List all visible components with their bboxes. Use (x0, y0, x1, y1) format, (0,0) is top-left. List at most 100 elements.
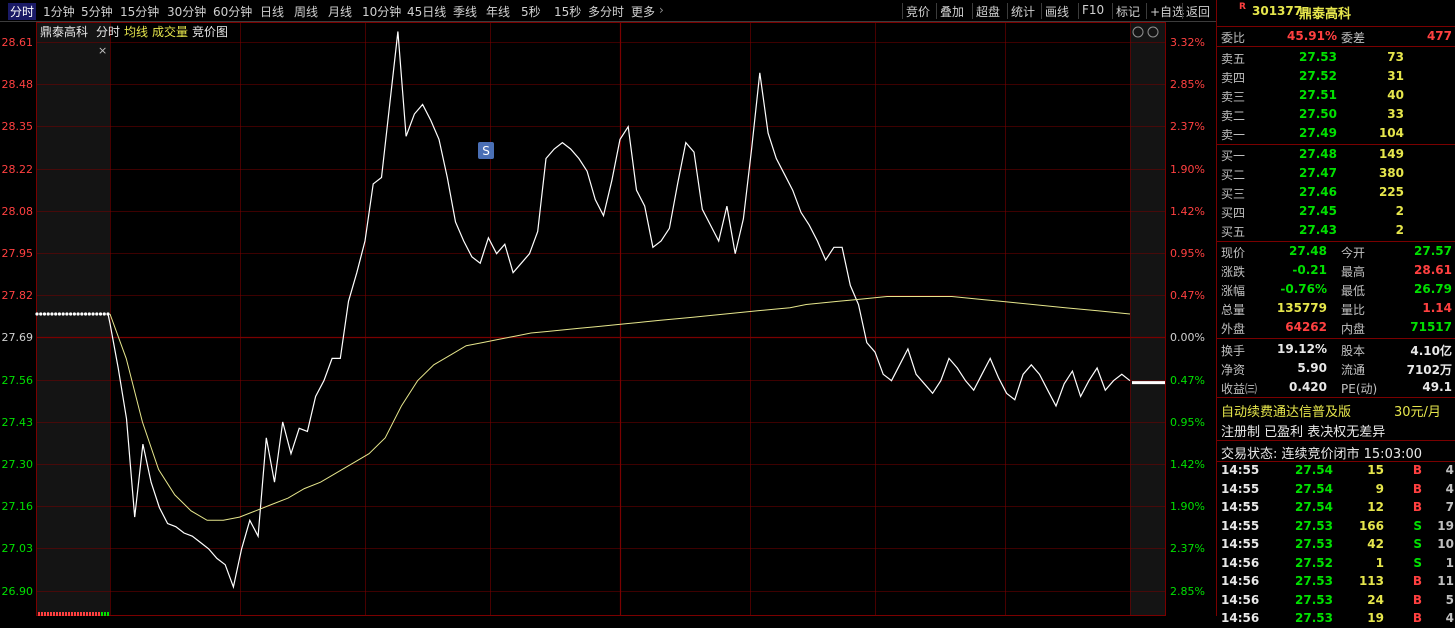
bid-level: 买一 27.48 149 (1217, 145, 1455, 164)
tool-button-8[interactable]: 返回 (1186, 3, 1210, 20)
tick-row[interactable]: 14:56 27.53 24 B 5 (1217, 592, 1455, 610)
tool-button-6[interactable]: 标记 (1116, 3, 1140, 20)
promo-row[interactable]: 自动续费通达信普及版 30元/月 (1217, 399, 1455, 420)
period-tab-5[interactable]: 60分钟 (213, 3, 252, 20)
period-tab-12[interactable]: 年线 (486, 3, 510, 20)
tick-price: 27.53 (1295, 537, 1333, 551)
intraday-chart[interactable]: 28.61 3.32% 28.48 2.85% 28.35 2.37% 28.22 1.90%… (0, 22, 1216, 628)
pct-tick-label: 1.90% (1170, 163, 1205, 176)
period-tab-9[interactable]: 10分钟 (362, 3, 401, 20)
tick-row[interactable]: 14:56 27.52 1 S 1 (1217, 555, 1455, 573)
close-icon[interactable]: × (98, 44, 107, 57)
stat-label: 外盘 (1221, 322, 1246, 336)
period-tab-1[interactable]: 1分钟 (43, 3, 75, 20)
volume-bar (50, 612, 52, 616)
tick-row[interactable]: 14:55 27.53 42 S 10 (1217, 536, 1455, 554)
chart-tab-0[interactable]: 分时 (96, 25, 120, 39)
pre-auction-dot (72, 312, 76, 316)
stat-label: 现价 (1221, 246, 1246, 260)
tick-time: 14:56 (1221, 592, 1260, 607)
period-tab-2[interactable]: 5分钟 (81, 3, 113, 20)
bid-level: 买三 27.46 225 (1217, 183, 1455, 202)
tool-button-1[interactable]: 叠加 (940, 3, 964, 20)
period-tab-14[interactable]: 15秒 (554, 3, 581, 20)
pre-auction-dot (98, 312, 103, 316)
trading-status: 交易状态: 连续竞价闭市 15:03:00 (1221, 447, 1423, 462)
volume-bar (86, 612, 88, 616)
period-tab-11[interactable]: 季线 (453, 3, 477, 20)
pct-tick-label: 2.85% (1170, 78, 1205, 91)
promo-text[interactable]: 自动续费通达信普及版 (1221, 401, 1351, 420)
stat-value: 71517 (1410, 320, 1452, 334)
tick-side: S (1413, 555, 1422, 570)
chart-tab-3[interactable]: 竞价图 (192, 25, 228, 39)
pre-auction-dot (91, 312, 95, 316)
tool-button-2[interactable]: 超盘 (976, 3, 1000, 20)
tick-time: 14:55 (1221, 518, 1260, 533)
tick-row[interactable]: 14:56 27.53 19 B 4 (1217, 610, 1455, 628)
tick-side: B (1412, 574, 1422, 588)
ask-level: 卖五 27.53 73 (1217, 48, 1455, 67)
tick-row[interactable]: 14:55 27.54 12 B 7 (1217, 499, 1455, 517)
period-tab-4[interactable]: 30分钟 (167, 3, 206, 20)
tool-button-3[interactable]: 统计 (1011, 3, 1035, 20)
period-tab-8[interactable]: 月线 (328, 3, 352, 20)
tick-volume: 113 (1358, 574, 1384, 588)
stat-row: 涨幅 -0.76% 最低 26.79 (1217, 280, 1455, 299)
period-tab-7[interactable]: 周线 (294, 3, 318, 20)
pre-auction-dot (80, 312, 84, 316)
period-tab-16[interactable]: 更多 (631, 3, 655, 20)
bid-label: 买三 (1221, 187, 1246, 201)
pct-tick-label: 2.37% (1170, 542, 1205, 555)
period-tab-6[interactable]: 日线 (260, 3, 284, 20)
pre-auction-dot (35, 312, 39, 316)
price-tick-label: 27.69 (2, 331, 34, 344)
tick-volume: 1 (1375, 555, 1384, 570)
tool-button-5[interactable]: F10 (1082, 3, 1104, 17)
tick-count: 19 (1437, 518, 1454, 533)
toolbar-separator (1146, 3, 1147, 19)
tick-price: 27.53 (1295, 611, 1333, 625)
tick-row[interactable]: 14:55 27.53 166 S 19 (1217, 518, 1455, 536)
price-tick-label: 27.82 (2, 289, 34, 302)
fund-label: 收益㈢ (1221, 382, 1258, 396)
fund-value: 4.10亿 (1410, 344, 1452, 358)
stat-value: 1.14 (1422, 301, 1452, 315)
period-tab-0[interactable]: 分时 (8, 3, 37, 20)
promo-price[interactable]: 30元/月 (1394, 401, 1441, 420)
period-tab-13[interactable]: 5秒 (521, 3, 541, 20)
volume-bar (77, 612, 79, 616)
fund-label: 换手 (1221, 344, 1246, 358)
weibi-value: 45.91% (1287, 29, 1337, 43)
stat-value: 26.79 (1414, 282, 1452, 296)
volume-bar (80, 612, 82, 616)
volume-bar (95, 612, 97, 616)
period-tab-10[interactable]: 45日线 (407, 3, 446, 20)
pre-auction-dot (102, 312, 106, 316)
volume-bar (68, 612, 70, 616)
ask-volume: 31 (1387, 69, 1404, 83)
tick-row[interactable]: 14:55 27.54 15 B 4 (1217, 462, 1455, 480)
price-tick-label: 27.43 (2, 416, 34, 429)
pre-auction-dot (54, 312, 58, 316)
more-chevron-icon[interactable]: › (659, 3, 664, 17)
period-tab-15[interactable]: 多分时 (588, 3, 624, 20)
chart-stock-name: 鼎泰高科 (40, 24, 88, 39)
price-tick-label: 28.35 (2, 120, 34, 133)
ask-volume: 33 (1387, 107, 1404, 121)
chart-tab-2[interactable]: 成交量 (152, 24, 188, 39)
period-tab-3[interactable]: 15分钟 (120, 3, 159, 20)
price-line[interactable] (107, 31, 1131, 590)
tool-button-4[interactable]: 画线 (1045, 3, 1069, 20)
tick-volume: 12 (1367, 500, 1384, 514)
stat-label: 总量 (1221, 303, 1246, 317)
tick-row[interactable]: 14:56 27.53 113 B 11 (1217, 573, 1455, 591)
tool-button-7[interactable]: +自选 (1150, 3, 1184, 20)
tick-row[interactable]: 14:55 27.54 9 B 4 (1217, 481, 1455, 499)
chart-svg[interactable]: 28.61 3.32% 28.48 2.85% 28.35 2.37% 28.22 1.90%… (0, 22, 1216, 628)
price-tick-label: 28.61 (2, 36, 34, 49)
tick-side: B (1412, 463, 1422, 477)
bid-level: 买二 27.47 380 (1217, 164, 1455, 183)
tool-button-0[interactable]: 竞价 (906, 3, 930, 20)
chart-tab-1[interactable]: 均线 (124, 25, 148, 39)
